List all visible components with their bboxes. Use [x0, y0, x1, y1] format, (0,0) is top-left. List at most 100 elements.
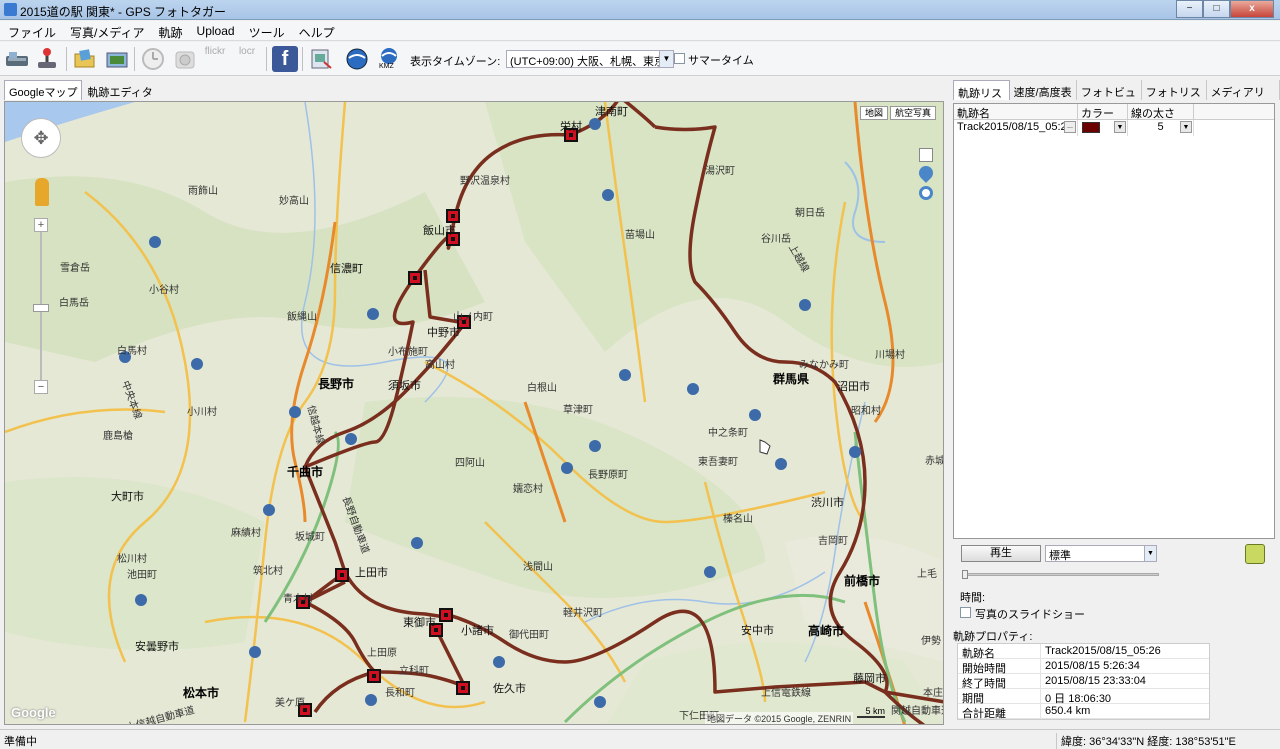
color-swatch	[1082, 122, 1100, 133]
map-attribution: 地図データ ©2015 Google, ZENRIN	[705, 712, 854, 724]
table-row[interactable]: Track2015/08/15_05:2 ... ▼ 5 ▼	[954, 120, 1274, 136]
track-name-cell: Track2015/08/15_05:2 ...	[954, 120, 1078, 136]
zoom-in-button[interactable]: +	[34, 218, 48, 232]
map-label: 高崎市	[808, 624, 845, 638]
google-logo: Google	[11, 705, 56, 720]
map-label: 妙高山	[279, 196, 309, 207]
photo-marker[interactable]	[408, 271, 422, 285]
tab-track-editor[interactable]: 軌跡エディタ	[82, 80, 157, 100]
camera-icon[interactable]	[172, 46, 198, 72]
menu-photo-media[interactable]: 写真/メディア	[64, 21, 151, 40]
photo-marker[interactable]	[367, 669, 381, 683]
pegman-icon[interactable]	[35, 178, 49, 206]
trash-icon[interactable]	[1245, 544, 1265, 564]
pan-control[interactable]: ✥	[21, 118, 61, 158]
map-label: 上田市	[355, 567, 388, 579]
slideshow-checkbox[interactable]	[960, 607, 971, 618]
chevron-down-icon: ▼	[659, 51, 673, 67]
timezone-select[interactable]: (UTC+09:00) 大阪、札幌、東京 ▼	[506, 50, 674, 68]
tab-photo-list[interactable]: フォトリスト	[1142, 80, 1207, 115]
column-header[interactable]: 軌跡名	[954, 104, 1078, 120]
menu-file[interactable]: ファイル	[2, 21, 62, 40]
column-header[interactable]: 線の太さ	[1128, 104, 1194, 120]
map-label: 中之条町	[708, 428, 748, 439]
map-label: 東御市	[403, 617, 436, 629]
locr-icon[interactable]: locr	[234, 46, 260, 72]
joystick-icon[interactable]	[34, 46, 60, 72]
map-label: 白根山	[527, 383, 557, 394]
time-label: 時間:	[960, 592, 986, 604]
map-label: 群馬県	[773, 372, 810, 386]
map-type-satellite[interactable]: 航空写真	[890, 106, 937, 120]
map-label: 御代田町	[509, 630, 549, 641]
photo-marker[interactable]	[335, 568, 349, 582]
zoom-handle[interactable]	[33, 304, 49, 312]
map-label: 飯縄山	[287, 312, 317, 323]
export-icon[interactable]	[308, 46, 334, 72]
tab-google-map[interactable]: Googleマップ	[4, 80, 83, 100]
time-slider[interactable]	[962, 570, 1159, 579]
map-scale: 5 km	[857, 706, 885, 718]
property-row: 終了時間 2015/08/15 23:33:04	[958, 674, 1209, 690]
menu-track[interactable]: 軌跡	[153, 21, 189, 40]
map-label: 松本市	[183, 686, 220, 700]
map-type-map[interactable]: 地図	[860, 106, 889, 120]
track-properties-title: 軌跡プロパティ:	[953, 631, 1033, 643]
play-button[interactable]: 再生	[961, 545, 1041, 562]
map-label: 苗場山	[625, 230, 655, 241]
menu-upload[interactable]: Upload	[191, 21, 241, 40]
flickr-icon[interactable]: flickr	[202, 46, 228, 72]
map-label: 小布施町	[388, 347, 428, 358]
map-label: 前橋市	[844, 574, 881, 588]
property-key: 開始時間	[958, 659, 1041, 675]
map-view[interactable]: ✥ + − 地図 航空写真 津南町 栄村 野沢温泉村 飯山市 信濃町 山ノ内町 …	[4, 101, 944, 725]
property-row: 合計距離 650.4 km	[958, 704, 1209, 720]
map-label: 高山村	[425, 360, 455, 371]
map-label: 嬬恋村	[513, 484, 543, 495]
photo-marker[interactable]	[439, 608, 453, 622]
open-folder-icon[interactable]	[72, 46, 98, 72]
import-gps-icon[interactable]	[4, 46, 30, 72]
timezone-label: 表示タイムゾーン:	[410, 56, 501, 68]
property-value: 0 日 18:06:30	[1045, 693, 1112, 705]
facebook-label: f	[281, 48, 289, 70]
zoom-out-button[interactable]: −	[34, 380, 48, 394]
status-text: 準備中	[4, 736, 37, 748]
target-icon[interactable]	[919, 186, 933, 200]
more-button[interactable]: ...	[1064, 121, 1076, 133]
tab-photo-view[interactable]: フォトビュー	[1077, 80, 1142, 115]
property-row: 軌跡名 Track2015/08/15_05:26	[958, 644, 1209, 660]
tab-speed-altitude[interactable]: 速度/高度表示	[1010, 80, 1077, 115]
kmz-icon[interactable]: KMZ	[376, 46, 402, 72]
google-earth-icon[interactable]	[344, 46, 370, 72]
window-title: 2015道の駅 関東* - GPS フォトタガー	[20, 5, 227, 19]
photo-marker[interactable]	[456, 681, 470, 695]
close-button[interactable]: x	[1230, 0, 1274, 18]
tab-track-list[interactable]: 軌跡リスト	[953, 80, 1010, 116]
photos-icon[interactable]	[104, 46, 130, 72]
title-bar: 2015道の駅 関東* - GPS フォトタガー − □ x	[0, 0, 1280, 20]
track-color-cell[interactable]: ▼	[1078, 120, 1128, 136]
map-label: 池田町	[127, 570, 157, 581]
maximize-button[interactable]: □	[1203, 0, 1230, 18]
map-label: 安中市	[741, 625, 774, 637]
map-label: 上毛	[917, 569, 937, 580]
menu-help[interactable]: ヘルプ	[293, 21, 341, 40]
menu-tools[interactable]: ツール	[243, 21, 291, 40]
column-header[interactable]: カラー	[1078, 104, 1128, 120]
property-value: 650.4 km	[1045, 705, 1091, 717]
flickr-label: flickr	[204, 46, 226, 57]
track-width-cell[interactable]: 5 ▼	[1128, 120, 1194, 136]
facebook-icon[interactable]: f	[272, 46, 298, 72]
minimize-button[interactable]: −	[1176, 0, 1203, 18]
calendar-icon[interactable]	[919, 148, 933, 162]
speed-select[interactable]: 標準 ▼	[1045, 545, 1157, 562]
map-label: 雨飾山	[188, 186, 218, 197]
tab-media-list[interactable]: メディアリスト	[1207, 80, 1280, 115]
clock-icon[interactable]	[140, 46, 166, 72]
slider-handle[interactable]	[962, 570, 968, 579]
photo-marker[interactable]	[446, 209, 460, 223]
dst-checkbox[interactable]	[674, 53, 685, 64]
property-value: 2015/08/15 5:26:34	[1045, 660, 1140, 672]
map-label: 川場村	[875, 350, 905, 361]
